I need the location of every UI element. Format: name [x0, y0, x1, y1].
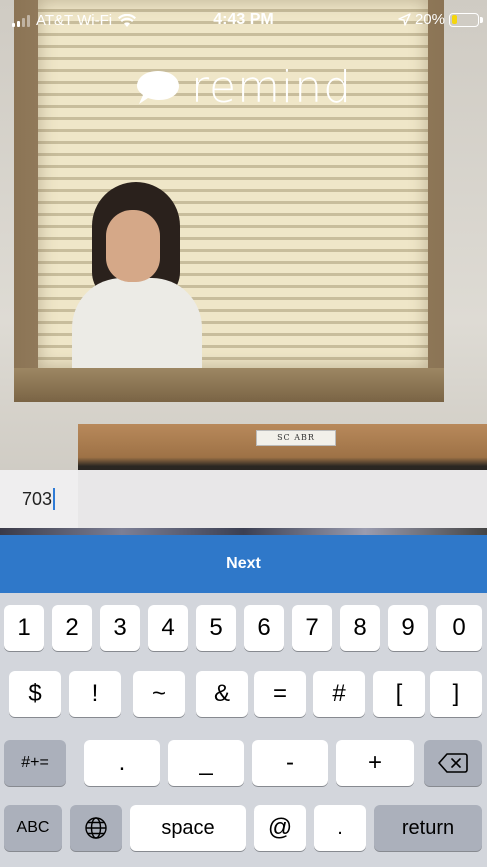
key-hyphen[interactable]: - [252, 740, 328, 786]
location-arrow-icon [398, 13, 411, 26]
phone-input-field[interactable]: 703 [0, 470, 487, 528]
key-exclamation[interactable]: ! [69, 671, 121, 717]
globe-key[interactable] [70, 805, 122, 851]
symbols-toggle-key[interactable]: #+= [4, 740, 66, 786]
text-cursor [53, 488, 56, 510]
key-2[interactable]: 2 [52, 605, 92, 651]
key-dot[interactable]: . [314, 805, 366, 851]
space-key[interactable]: space [130, 805, 246, 851]
globe-icon [85, 817, 107, 839]
key-0[interactable]: 0 [436, 605, 482, 651]
key-at[interactable]: @ [254, 805, 306, 851]
next-button[interactable]: Next [0, 535, 487, 593]
key-plus[interactable]: + [336, 740, 414, 786]
battery-percent: 20% [414, 11, 445, 28]
person-figure [72, 182, 202, 368]
key-8[interactable]: 8 [340, 605, 380, 651]
status-bar: AT&T Wi-Fi 4:43 PM 20% [0, 0, 487, 40]
speech-bubble-icon [136, 70, 179, 104]
key-5[interactable]: 5 [196, 605, 236, 651]
key-4[interactable]: 4 [148, 605, 188, 651]
key-hash[interactable]: # [313, 671, 365, 717]
delete-key[interactable] [424, 740, 482, 786]
phone-input-value: 703 [22, 488, 53, 509]
key-6[interactable]: 6 [244, 605, 284, 651]
nameplate: SC ABR [256, 430, 336, 446]
photo-strip [0, 528, 487, 535]
abc-key[interactable]: ABC [4, 805, 62, 851]
key-equals[interactable]: = [254, 671, 306, 717]
key-ampersand[interactable]: & [196, 671, 248, 717]
backspace-icon [438, 753, 468, 773]
key-1[interactable]: 1 [4, 605, 44, 651]
key-9[interactable]: 9 [388, 605, 428, 651]
return-key[interactable]: return [374, 805, 482, 851]
remind-logo: remind [0, 62, 487, 113]
key-7[interactable]: 7 [292, 605, 332, 651]
key-left-bracket[interactable]: [ [373, 671, 425, 717]
brand-name: remind [190, 62, 353, 113]
window-sill [14, 368, 444, 402]
key-3[interactable]: 3 [100, 605, 140, 651]
key-period[interactable]: . [84, 740, 160, 786]
numeric-keyboard: 1 2 3 4 5 6 7 8 9 0 $ ! ~ & = # [ ] #+= … [0, 593, 487, 867]
battery-icon [449, 12, 483, 27]
key-tilde[interactable]: ~ [133, 671, 185, 717]
key-dollar[interactable]: $ [9, 671, 61, 717]
key-underscore[interactable]: _ [168, 740, 244, 786]
key-right-bracket[interactable]: ] [430, 671, 482, 717]
